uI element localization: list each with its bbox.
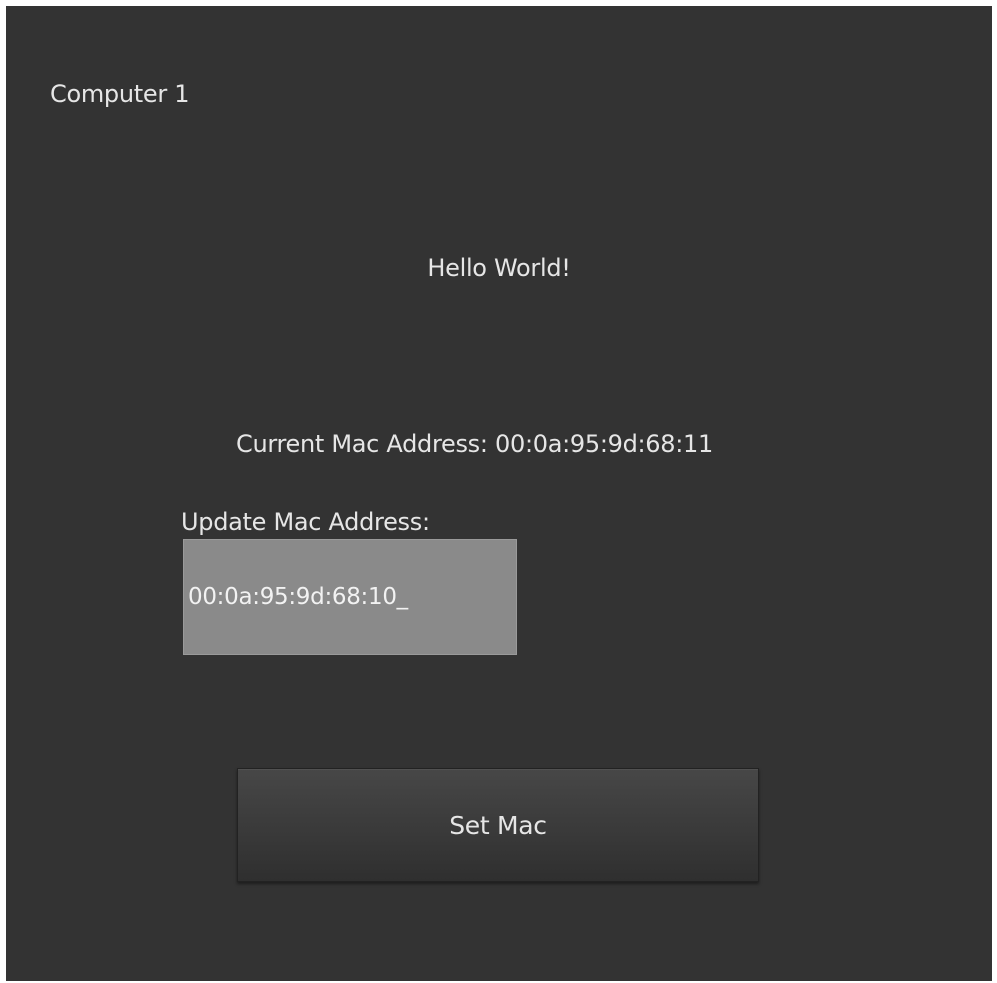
main-panel: Computer 1 Hello World! Current Mac Addr…	[6, 6, 992, 981]
computer-name-label: Computer 1	[50, 80, 190, 108]
update-mac-address-label: Update Mac Address:	[181, 508, 430, 536]
greeting-text: Hello World!	[427, 254, 571, 282]
current-mac-address-label: Current Mac Address: 00:0a:95:9d:68:11	[236, 430, 713, 458]
set-mac-button[interactable]: Set Mac	[237, 768, 759, 882]
mac-address-input[interactable]	[183, 539, 517, 655]
